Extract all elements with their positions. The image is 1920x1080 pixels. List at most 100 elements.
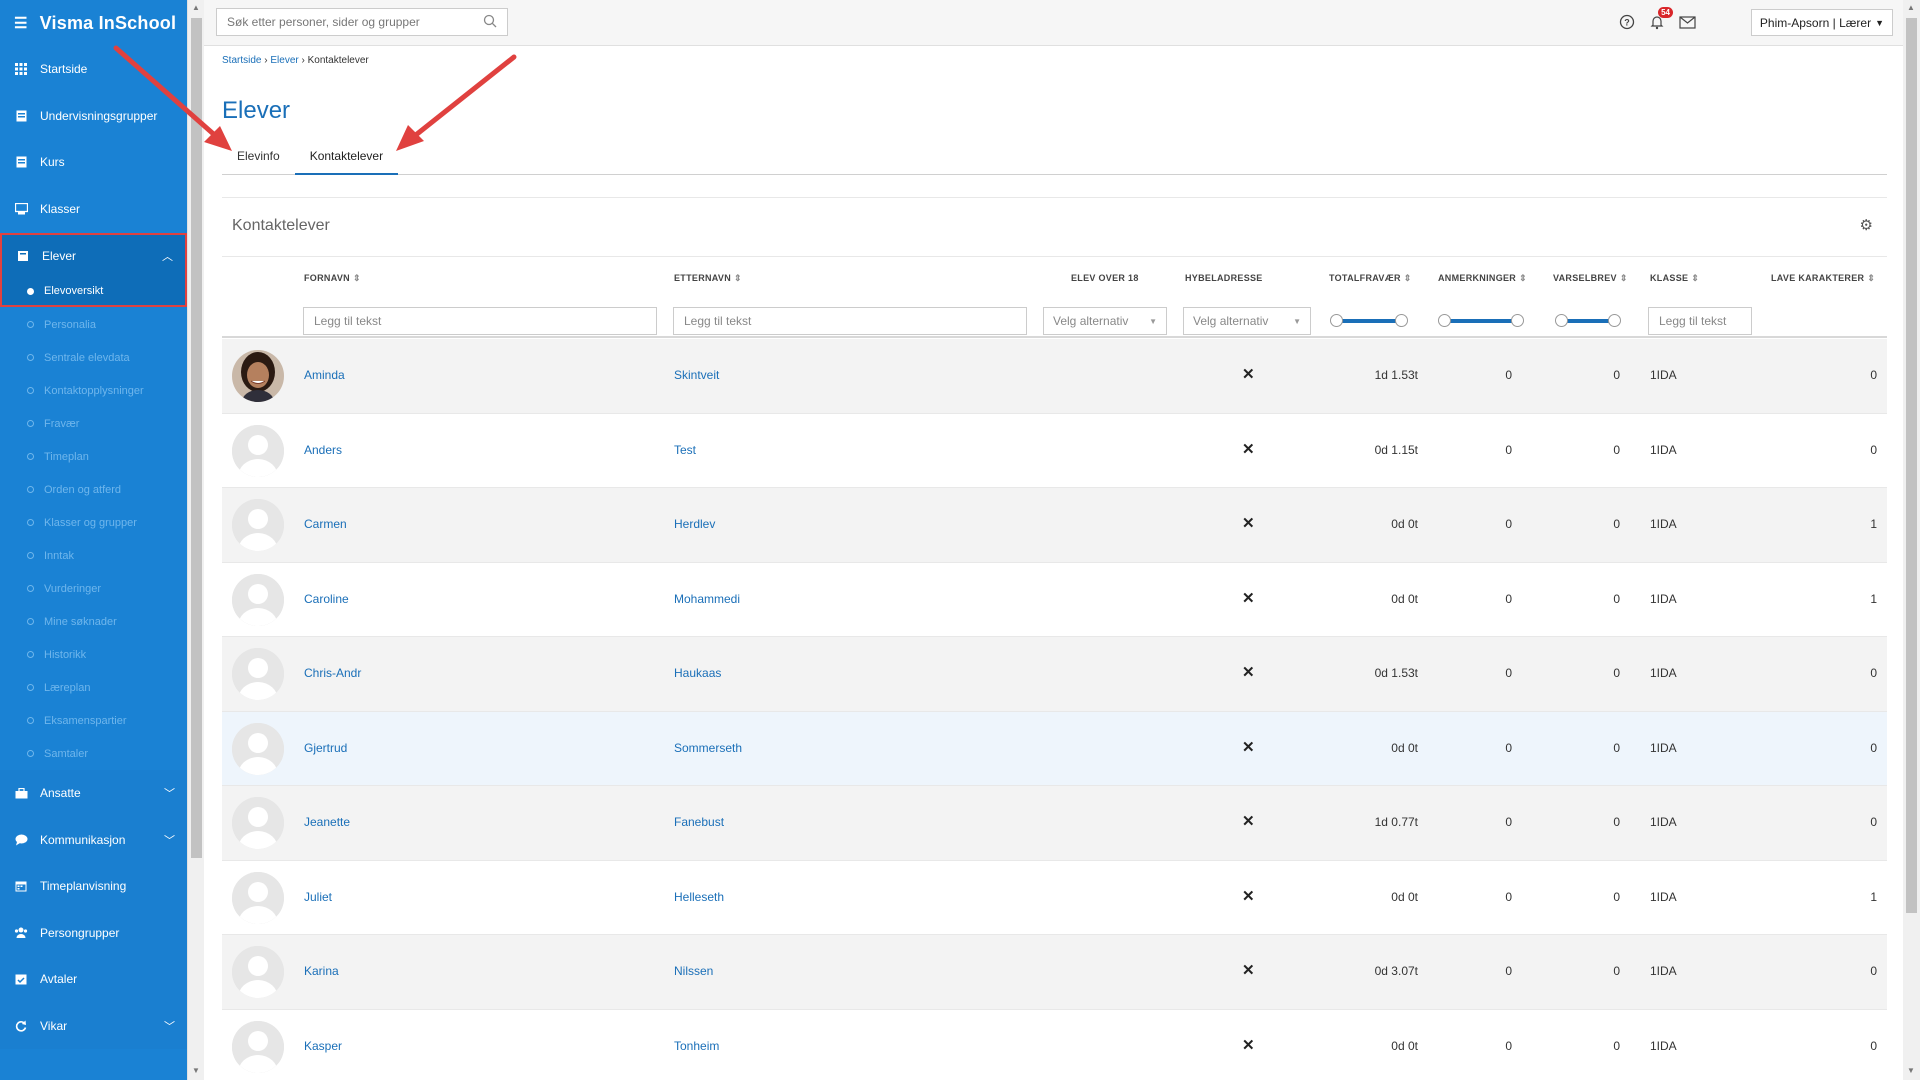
sidebar-item-kurs[interactable]: Kurs bbox=[0, 139, 187, 186]
sidebar-subitem[interactable]: Samtaler bbox=[0, 737, 187, 770]
sidebar-subitem[interactable]: Mine søknader bbox=[0, 605, 187, 638]
slider-handle-max[interactable] bbox=[1511, 314, 1524, 327]
table-row[interactable]: Juliet Helleseth ✕ 0d 0t 0 0 1IDA 1 bbox=[222, 861, 1887, 935]
filter-klasse-input[interactable]: Legg til tekst bbox=[1648, 307, 1752, 335]
etternavn-link[interactable]: Test bbox=[674, 443, 696, 457]
sidebar-scrollbar[interactable]: ▲ ▼ bbox=[187, 0, 204, 1080]
etternavn-link[interactable]: Sommerseth bbox=[674, 741, 742, 755]
table-row[interactable]: Chris-Andr Haukaas ✕ 0d 1.53t 0 0 1IDA 0 bbox=[222, 637, 1887, 712]
sidebar-subitem[interactable]: Eksamenspartier bbox=[0, 704, 187, 737]
sidebar-item-klasser[interactable]: Klasser bbox=[0, 186, 187, 233]
sidebar-item-ansatte[interactable]: Ansatte ﹀ bbox=[0, 770, 187, 817]
table-row[interactable]: Carmen Herdlev ✕ 0d 0t 0 0 1IDA 1 bbox=[222, 488, 1887, 563]
search-icon[interactable] bbox=[483, 14, 497, 31]
sort-icon[interactable]: ⇕ bbox=[353, 273, 361, 283]
column-header-totalfravaer[interactable]: TOTALFRAVÆR ⇕ bbox=[1329, 273, 1412, 284]
etternavn-link[interactable]: Skintveit bbox=[674, 368, 719, 382]
etternavn-link[interactable]: Helleseth bbox=[674, 890, 724, 904]
etternavn-link[interactable]: Tonheim bbox=[674, 1039, 719, 1053]
scrollbar-thumb[interactable] bbox=[1906, 18, 1917, 913]
sidebar-subitem[interactable]: Sentrale elevdata bbox=[0, 341, 187, 374]
sort-icon[interactable]: ⇕ bbox=[734, 273, 742, 283]
gear-icon[interactable]: ⚙ bbox=[1860, 216, 1873, 234]
fornavn-link[interactable]: Aminda bbox=[304, 368, 345, 382]
scrollbar-thumb[interactable] bbox=[191, 18, 202, 858]
sidebar-subitem[interactable]: Inntak bbox=[0, 539, 187, 572]
fornavn-link[interactable]: Chris-Andr bbox=[304, 666, 361, 680]
fornavn-link[interactable]: Karina bbox=[304, 964, 339, 978]
column-header-fornavn[interactable]: FORNAVN ⇕ bbox=[304, 273, 361, 284]
brand[interactable]: ☰ Visma InSchool bbox=[0, 0, 187, 46]
filter-etternavn-input[interactable]: Legg til tekst bbox=[673, 307, 1027, 335]
tab-kontaktelever[interactable]: Kontaktelever bbox=[294, 145, 399, 175]
sidebar-subitem[interactable]: Personalia bbox=[0, 308, 187, 341]
sidebar-item-persongrupper[interactable]: Persongrupper bbox=[0, 910, 187, 957]
slider-handle-min[interactable] bbox=[1330, 314, 1343, 327]
fornavn-link[interactable]: Jeanette bbox=[304, 815, 350, 829]
mail-icon[interactable] bbox=[1677, 12, 1697, 32]
breadcrumb-link-startside[interactable]: Startside bbox=[222, 55, 261, 66]
sidebar-subitem-elevoversikt[interactable]: Elevoversikt bbox=[2, 277, 185, 305]
column-header-klasse[interactable]: KLASSE ⇕ bbox=[1650, 273, 1699, 284]
breadcrumb-link-elever[interactable]: Elever bbox=[270, 55, 298, 66]
table-row[interactable]: Aminda Skintveit ✕ 1d 1.53t 0 0 1IDA 0 bbox=[222, 339, 1887, 414]
slider-handle-min[interactable] bbox=[1555, 314, 1568, 327]
help-icon[interactable]: ? bbox=[1617, 12, 1637, 32]
table-row[interactable]: Kasper Tonheim ✕ 0d 0t 0 0 1IDA 0 bbox=[222, 1010, 1887, 1080]
sort-icon[interactable]: ⇕ bbox=[1404, 273, 1412, 283]
fornavn-link[interactable]: Anders bbox=[304, 443, 342, 457]
sidebar-subitem[interactable]: Vurderinger bbox=[0, 572, 187, 605]
slider-handle-min[interactable] bbox=[1438, 314, 1451, 327]
sidebar-subitem[interactable]: Historikk bbox=[0, 638, 187, 671]
sidebar-subitem[interactable]: Timeplan bbox=[0, 440, 187, 473]
table-row[interactable]: Anders Test ✕ 0d 1.15t 0 0 1IDA 0 bbox=[222, 414, 1887, 488]
column-header-anmerkninger[interactable]: ANMERKNINGER ⇕ bbox=[1438, 273, 1527, 284]
filter-varselbrev-slider[interactable] bbox=[1555, 314, 1621, 327]
column-header-varselbrev[interactable]: VARSELBREV ⇕ bbox=[1553, 273, 1628, 284]
fornavn-link[interactable]: Caroline bbox=[304, 592, 349, 606]
sidebar-subitem[interactable]: Læreplan bbox=[0, 671, 187, 704]
sidebar-subitem[interactable]: Orden og atferd bbox=[0, 473, 187, 506]
menu-icon[interactable]: ☰ bbox=[14, 14, 28, 32]
sidebar-subitem[interactable]: Fravær bbox=[0, 407, 187, 440]
sort-icon[interactable]: ⇕ bbox=[1519, 273, 1527, 283]
fornavn-link[interactable]: Gjertrud bbox=[304, 741, 347, 755]
sidebar-subitem[interactable]: Kontaktopplysninger bbox=[0, 374, 187, 407]
table-row[interactable]: Caroline Mohammedi ✕ 0d 0t 0 0 1IDA 1 bbox=[222, 563, 1887, 637]
fornavn-link[interactable]: Juliet bbox=[304, 890, 332, 904]
filter-fravaer-slider[interactable] bbox=[1330, 314, 1408, 327]
sort-icon[interactable]: ⇕ bbox=[1620, 273, 1628, 283]
scroll-down-icon[interactable]: ▼ bbox=[192, 1066, 200, 1075]
tab-elevinfo[interactable]: Elevinfo bbox=[222, 145, 295, 175]
sidebar-subitem[interactable]: Klasser og grupper bbox=[0, 506, 187, 539]
column-header-etternavn[interactable]: ETTERNAVN ⇕ bbox=[674, 273, 742, 284]
user-menu-button[interactable]: Phim-Apsorn | Lærer ▼ bbox=[1750, 9, 1893, 36]
slider-handle-max[interactable] bbox=[1395, 314, 1408, 327]
slider-handle-max[interactable] bbox=[1608, 314, 1621, 327]
filter-over18-select[interactable]: Velg alternativ ▼ bbox=[1043, 307, 1167, 335]
sidebar-item-vikar[interactable]: Vikar ﹀ bbox=[0, 1003, 187, 1050]
sidebar-item-kommunikasjon[interactable]: Kommunikasjon ﹀ bbox=[0, 817, 187, 864]
filter-hybel-select[interactable]: Velg alternativ ▼ bbox=[1183, 307, 1311, 335]
table-row[interactable]: Jeanette Fanebust ✕ 1d 0.77t 0 0 1IDA 0 bbox=[222, 786, 1887, 861]
sort-icon[interactable]: ⇕ bbox=[1867, 273, 1875, 283]
etternavn-link[interactable]: Nilssen bbox=[674, 964, 713, 978]
table-row[interactable]: Gjertrud Sommerseth ✕ 0d 0t 0 0 1IDA 0 bbox=[222, 711, 1887, 786]
filter-anmerkninger-slider[interactable] bbox=[1438, 314, 1524, 327]
sidebar-item-startside[interactable]: Startside bbox=[0, 46, 187, 93]
sidebar-item-elever[interactable]: Elever ︿ bbox=[2, 235, 185, 277]
scroll-down-icon[interactable]: ▼ bbox=[1907, 1066, 1915, 1075]
sidebar-item-undervisningsgrupper[interactable]: Undervisningsgrupper bbox=[0, 93, 187, 140]
bell-icon[interactable]: 54 bbox=[1647, 7, 1673, 32]
etternavn-link[interactable]: Haukaas bbox=[674, 666, 721, 680]
sort-icon[interactable]: ⇕ bbox=[1691, 273, 1699, 283]
etternavn-link[interactable]: Herdlev bbox=[674, 517, 715, 531]
fornavn-link[interactable]: Kasper bbox=[304, 1039, 342, 1053]
scroll-up-icon[interactable]: ▲ bbox=[192, 3, 200, 12]
filter-fornavn-input[interactable]: Legg til tekst bbox=[303, 307, 657, 335]
fornavn-link[interactable]: Carmen bbox=[304, 517, 347, 531]
sidebar-item-timeplanvisning[interactable]: Timeplanvisning bbox=[0, 863, 187, 910]
sidebar-item-avtaler[interactable]: Avtaler bbox=[0, 956, 187, 1003]
etternavn-link[interactable]: Fanebust bbox=[674, 815, 724, 829]
scroll-up-icon[interactable]: ▲ bbox=[1907, 3, 1915, 12]
